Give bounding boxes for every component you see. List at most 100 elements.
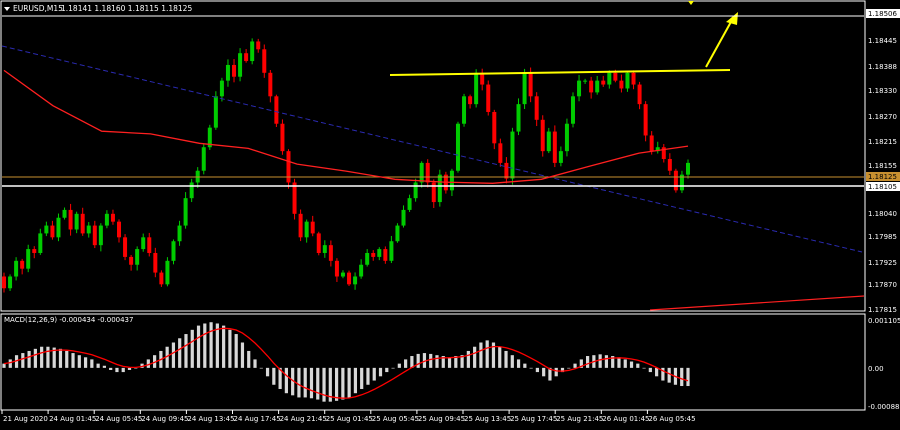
price-tick-label: 1.17870 xyxy=(868,281,897,289)
macd-bar xyxy=(466,350,470,368)
macd-bar xyxy=(209,322,213,368)
macd-bar xyxy=(680,367,684,387)
resistance-line[interactable] xyxy=(389,69,731,76)
macd-bar xyxy=(404,359,408,368)
macd-bar xyxy=(473,346,477,368)
macd-bar xyxy=(353,367,358,394)
candle-body xyxy=(147,237,152,253)
macd-bar xyxy=(516,359,521,368)
macd-bar xyxy=(535,367,539,373)
candle-body xyxy=(328,245,333,261)
macd-bar xyxy=(655,367,659,377)
candle-body xyxy=(213,96,218,128)
macd-bar xyxy=(77,355,81,368)
price-tick-label: 1.18330 xyxy=(868,87,897,95)
candle-body xyxy=(673,170,678,191)
candle-body xyxy=(238,53,243,77)
macd-bar xyxy=(309,367,314,399)
candle-body xyxy=(577,80,582,97)
candle-body xyxy=(613,72,618,81)
candle-body xyxy=(62,209,67,218)
macd-bar xyxy=(529,367,533,369)
macd-bar xyxy=(385,367,389,373)
macd-bar xyxy=(617,357,621,368)
candle-body xyxy=(165,260,170,285)
macd-histogram xyxy=(2,322,690,402)
candle-body xyxy=(462,96,467,124)
macd-bar xyxy=(542,367,546,377)
candle-body xyxy=(334,260,339,277)
macd-bar xyxy=(429,353,433,368)
bear-candles xyxy=(2,38,678,293)
macd-bar xyxy=(648,367,652,373)
candle-body xyxy=(262,49,267,73)
macd-tick-bottom: -0.000881 xyxy=(868,403,900,411)
macd-bar xyxy=(127,367,132,370)
macd-bar xyxy=(121,367,125,373)
candle-body xyxy=(365,252,370,265)
candle-body xyxy=(401,209,406,226)
macd-bar xyxy=(585,356,590,368)
macd-bar xyxy=(523,363,527,368)
candle-body xyxy=(407,198,412,210)
candle-body xyxy=(123,237,128,257)
macd-bar xyxy=(2,363,6,368)
blue-trendline[interactable] xyxy=(1,45,863,253)
macd-bar xyxy=(40,346,44,368)
candle-body xyxy=(135,249,140,265)
candle-body xyxy=(32,249,37,253)
chart-menu-triangle-icon[interactable] xyxy=(4,7,10,11)
macd-bar xyxy=(303,367,307,398)
macd-bar xyxy=(510,355,514,368)
macd-signal-line xyxy=(3,327,689,399)
candle-body xyxy=(389,241,394,261)
candle-body xyxy=(183,198,188,226)
macd-bar xyxy=(334,367,339,401)
candle-body xyxy=(322,245,327,253)
candle-body xyxy=(8,276,13,289)
macd-bar xyxy=(196,325,201,368)
breakout-arrow-head-icon xyxy=(726,12,738,25)
breakout-arrow-shaft[interactable] xyxy=(705,19,733,68)
candle-body xyxy=(219,80,224,97)
time-tick-label: 25 Aug 17:45 xyxy=(510,415,557,423)
price-tick-label: 1.18215 xyxy=(868,138,897,146)
mt4-chart-window[interactable]: EURUSD,M15 1.18141 1.18160 1.18115 1.181… xyxy=(0,0,900,430)
candle-body xyxy=(455,123,460,171)
time-tick-label: 25 Aug 21:45 xyxy=(556,415,603,423)
candle-body xyxy=(268,72,273,97)
candle-body xyxy=(371,252,376,257)
candle-body xyxy=(546,131,551,152)
price-tick-label: 1.18270 xyxy=(868,113,897,121)
candle-body xyxy=(56,217,61,238)
macd-bar xyxy=(378,367,383,377)
macd-bar xyxy=(178,338,182,368)
macd-bar xyxy=(366,367,370,385)
macd-bar xyxy=(629,361,634,368)
macd-bar xyxy=(83,357,88,368)
candle-body xyxy=(286,151,291,183)
candle-body xyxy=(68,209,73,230)
candle-body xyxy=(292,182,297,214)
current-price-tag-text: 1.18125 xyxy=(868,173,897,181)
candle-body xyxy=(171,241,176,261)
candle-body xyxy=(413,182,418,199)
candle-body xyxy=(86,225,91,234)
time-tick-label: 24 Aug 21:45 xyxy=(280,415,327,423)
macd-bar xyxy=(27,350,31,368)
macd-bar xyxy=(102,365,107,368)
candle-body xyxy=(686,162,690,175)
time-tick-label: 24 Aug 13:45 xyxy=(187,415,234,423)
macd-bar xyxy=(21,353,25,368)
macd-bar xyxy=(341,367,345,400)
macd-bar xyxy=(397,363,401,368)
macd-bar xyxy=(171,342,176,368)
candle-body xyxy=(667,158,672,171)
macd-bar xyxy=(435,355,439,368)
macd-bar xyxy=(573,363,577,368)
candle-body xyxy=(177,225,182,242)
macd-tick-top: 0.001105 xyxy=(868,317,900,325)
macd-bar xyxy=(190,329,194,368)
chart-canvas[interactable]: EURUSD,M15 1.18141 1.18160 1.18115 1.181… xyxy=(0,0,900,430)
candle-body xyxy=(516,104,521,132)
